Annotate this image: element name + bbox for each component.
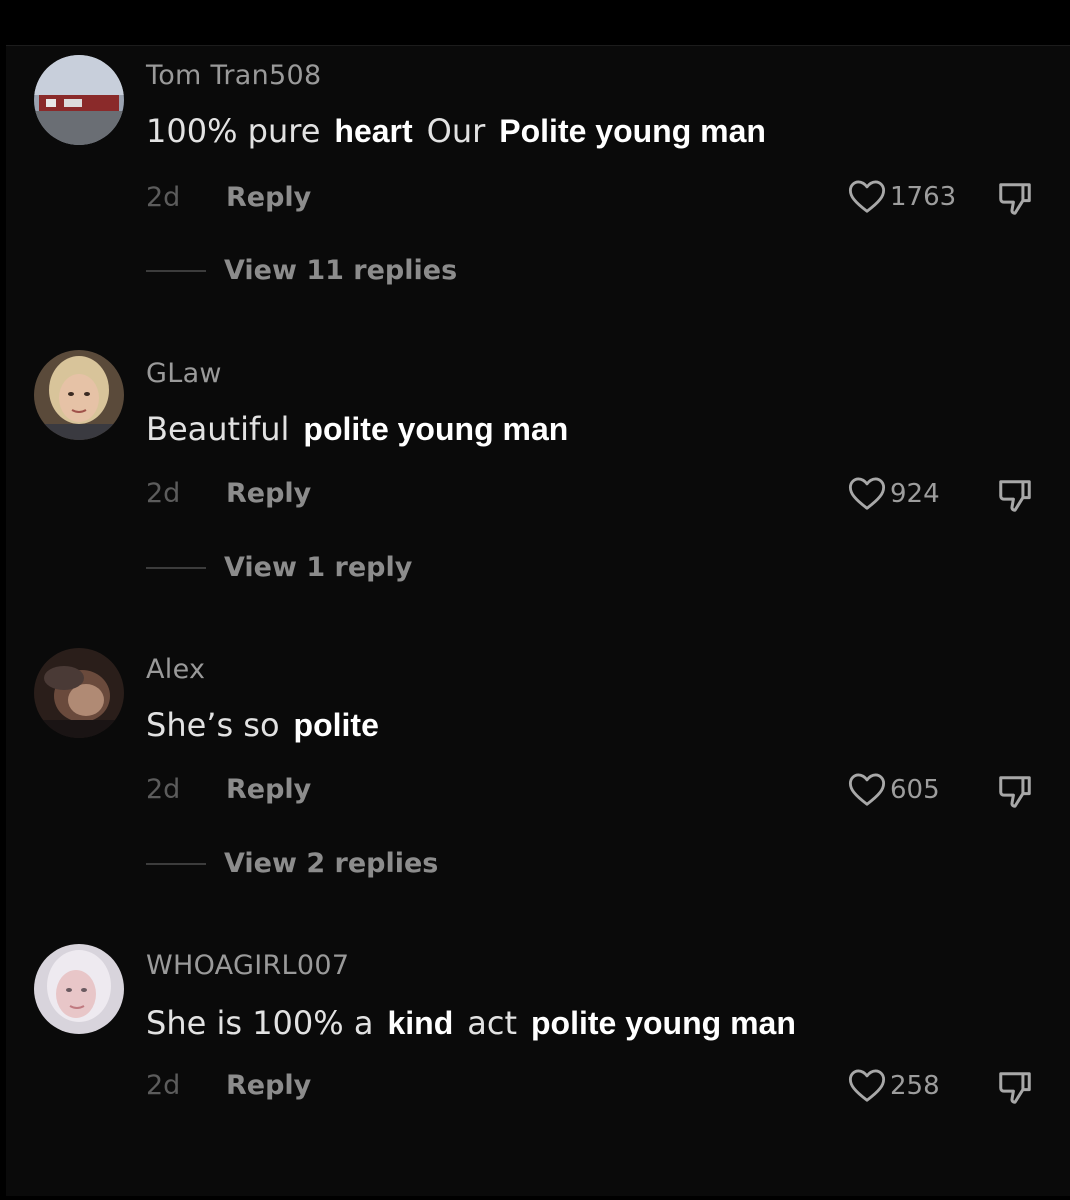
dislike-button[interactable] — [996, 180, 1034, 218]
comment-text: She’s so polite — [146, 706, 393, 744]
reply-button[interactable]: Reply — [226, 774, 311, 805]
comment-text-segment: Our — [426, 112, 486, 150]
comment-text-segment: She’s so — [146, 706, 280, 744]
comment-text: Beautiful polite young man — [146, 410, 582, 448]
comment-meta: 2d Reply — [146, 774, 311, 805]
like-count: 258 — [890, 1071, 940, 1101]
comment-text: 100% pure heart Our Polite young man — [146, 112, 780, 150]
comment-text-segment: 100% pure — [146, 112, 321, 150]
comment-username[interactable]: GLaw — [146, 358, 222, 389]
reply-button[interactable]: Reply — [226, 1070, 311, 1101]
view-replies-label: View 11 replies — [224, 255, 458, 286]
reply-thread-line — [146, 269, 206, 272]
comment-text-segment: polite — [293, 707, 379, 743]
reply-thread-line — [146, 862, 206, 865]
comment-username[interactable]: Tom Tran508 — [146, 60, 321, 91]
view-replies-label: View 1 reply — [224, 552, 413, 583]
comment-timestamp: 2d — [146, 182, 181, 213]
dislike-button[interactable] — [996, 1069, 1034, 1107]
avatar[interactable] — [34, 944, 124, 1034]
thumbs-down-icon — [999, 1072, 1031, 1104]
comment-username[interactable]: Alex — [146, 654, 205, 685]
dislike-button[interactable] — [996, 773, 1034, 811]
comment-meta: 2d Reply — [146, 182, 311, 213]
comment-text-segment: act — [467, 1004, 517, 1042]
thumbs-down-icon — [999, 776, 1031, 808]
comment-timestamp: 2d — [146, 478, 181, 509]
comment-meta: 2d Reply — [146, 1070, 311, 1101]
dislike-button[interactable] — [996, 477, 1034, 515]
reply-button[interactable]: Reply — [226, 182, 311, 213]
view-replies-label: View 2 replies — [224, 848, 439, 879]
like-count: 605 — [890, 775, 940, 805]
reply-thread-line — [146, 566, 206, 569]
avatar[interactable] — [34, 55, 124, 145]
comment-text-segment: She is 100% a — [146, 1004, 374, 1042]
comment-item: Tom Tran508 100% pure heart Our Polite youn… — [0, 40, 1070, 300]
comment-text-segment: Polite young man — [499, 113, 766, 149]
comment-text-segment: Beautiful — [146, 410, 290, 448]
comment-text: She is 100% a kind act polite young man — [146, 1004, 810, 1042]
like-count: 924 — [890, 479, 940, 509]
comment-text-segment: heart — [334, 113, 413, 149]
avatar[interactable] — [34, 350, 124, 440]
like-button[interactable]: 258 — [848, 1068, 940, 1104]
thumbs-down-icon — [999, 183, 1031, 215]
heart-outline-icon — [848, 477, 886, 510]
heart-outline-icon — [848, 773, 886, 806]
comment-item: GLaw Beautiful polite young man 2d Reply 9… — [0, 338, 1070, 598]
comment-text-segment: polite young man — [303, 411, 569, 447]
like-button[interactable]: 1763 — [848, 179, 956, 215]
comment-text-segment: kind — [387, 1005, 454, 1041]
heart-outline-icon — [848, 180, 886, 213]
comment-timestamp: 2d — [146, 1070, 181, 1101]
comment-timestamp: 2d — [146, 774, 181, 805]
comment-item: Alex She’s so polite 2d Reply 605 View 2 r… — [0, 634, 1070, 894]
view-replies-button[interactable]: View 1 reply — [146, 552, 412, 583]
avatar[interactable] — [34, 648, 124, 738]
like-button[interactable]: 924 — [848, 476, 940, 512]
view-replies-button[interactable]: View 2 replies — [146, 848, 438, 879]
like-button[interactable]: 605 — [848, 772, 940, 808]
reply-button[interactable]: Reply — [226, 478, 311, 509]
comment-item: WHOAGIRL007 She is 100% a kind act polite y… — [0, 928, 1070, 1188]
comment-meta: 2d Reply — [146, 478, 311, 509]
comment-text-segment: polite young man — [530, 1005, 796, 1041]
like-count: 1763 — [890, 182, 957, 212]
heart-outline-icon — [848, 1069, 886, 1102]
thumbs-down-icon — [999, 480, 1031, 512]
view-replies-button[interactable]: View 11 replies — [146, 255, 457, 286]
comment-username[interactable]: WHOAGIRL007 — [146, 950, 349, 981]
